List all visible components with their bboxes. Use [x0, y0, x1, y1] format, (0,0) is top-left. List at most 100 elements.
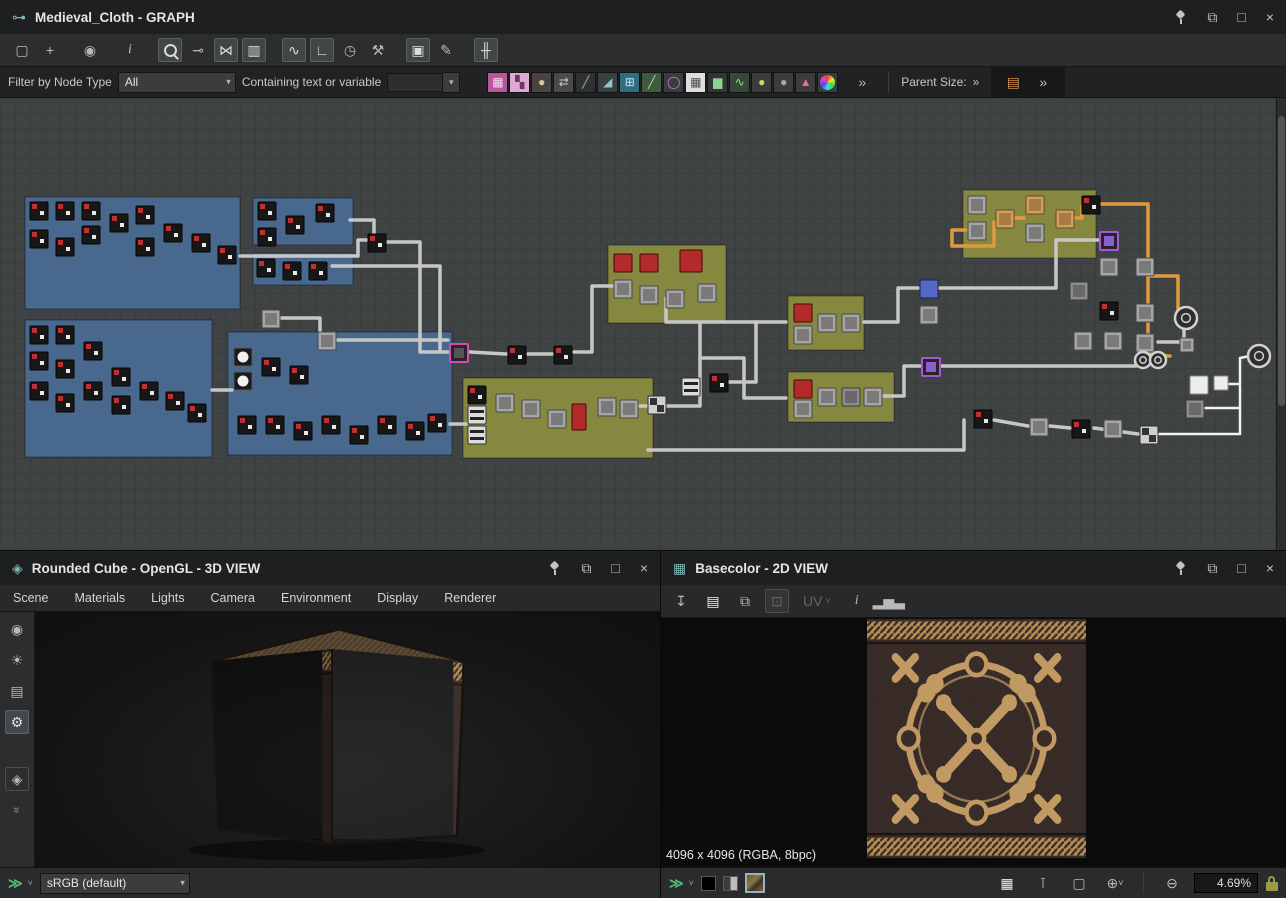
graph-node-red[interactable]	[680, 250, 702, 272]
search-text-input[interactable]	[387, 73, 443, 92]
pin-icon[interactable]	[1174, 561, 1187, 575]
zoom-out-icon[interactable]: ⊖	[1160, 871, 1184, 895]
timed-compute-icon[interactable]: ◷	[338, 38, 362, 62]
float-window-icon[interactable]: ⧉	[581, 561, 591, 575]
hsl-node-icon[interactable]	[817, 72, 838, 93]
colorspace-select[interactable]: sRGB (default)	[40, 873, 190, 894]
levels-node-icon[interactable]: ▆	[707, 72, 728, 93]
texture-thumbnail[interactable]	[745, 873, 765, 893]
camera-settings-icon[interactable]: ◉	[5, 617, 29, 641]
gradient-node-icon[interactable]: ▲	[795, 72, 816, 93]
zoom-level-input[interactable]	[1194, 873, 1258, 893]
graph-node-red[interactable]	[794, 304, 812, 322]
parent-size-chevrons-icon[interactable]: »	[973, 75, 980, 89]
collapse-toolbar-icon[interactable]: »	[5, 798, 29, 822]
menu-renderer[interactable]: Renderer	[431, 591, 509, 605]
menu-environment[interactable]: Environment	[268, 591, 364, 605]
view2d-canvas[interactable]: 4096 x 4096 (RGBA, 8bpc)	[661, 618, 1286, 867]
uniform-color-node-icon[interactable]: ●	[751, 72, 772, 93]
node-type-select[interactable]: All	[118, 72, 236, 93]
zoom-tool-icon[interactable]	[158, 38, 182, 62]
directional-warp-node-icon[interactable]: ◢	[597, 72, 618, 93]
graph-tools-icon[interactable]: ⚒	[366, 38, 390, 62]
translate-nodes-icon[interactable]: +	[38, 38, 62, 62]
fit-frame-icon[interactable]: ▢	[1067, 871, 1091, 895]
channel-shuffle-node-icon[interactable]: ⇄	[553, 72, 574, 93]
maximize-icon[interactable]: □	[611, 561, 619, 575]
graph-node-zebra[interactable]	[468, 406, 486, 424]
graph-output-node[interactable]	[1175, 307, 1197, 329]
search-dropdown-icon[interactable]: ▾	[443, 72, 460, 93]
graph-node-red[interactable]	[640, 254, 658, 272]
viewport-3d[interactable]	[35, 612, 660, 867]
graph-node-white[interactable]	[1214, 376, 1228, 390]
float-window-icon[interactable]: ⧉	[1207, 561, 1217, 575]
export-image-icon[interactable]: ↧	[669, 589, 693, 613]
pan-mode-icon[interactable]: ⊕˅	[1103, 871, 1127, 895]
grid-toggle-icon[interactable]: ▦	[995, 871, 1019, 895]
maximize-icon[interactable]: □	[1237, 10, 1245, 24]
tile-generator-node-icon[interactable]: ▦	[685, 72, 706, 93]
float-window-icon[interactable]: ⧉	[1207, 10, 1217, 24]
close-icon[interactable]: ×	[1266, 561, 1274, 575]
information-icon[interactable]: i	[845, 589, 869, 613]
layers-chevron-icon[interactable]: ˅	[28, 878, 33, 888]
graph-scrollbar-thumb[interactable]	[1278, 116, 1285, 406]
graph-output-node[interactable]	[1248, 345, 1270, 367]
graph-vertical-scrollbar[interactable]	[1276, 98, 1286, 550]
graph-output-node[interactable]	[1150, 352, 1166, 368]
curve-node-icon[interactable]: ∿	[729, 72, 750, 93]
straight-links-icon[interactable]: ∿	[282, 38, 306, 62]
menu-materials[interactable]: Materials	[61, 591, 138, 605]
marquee-select-icon[interactable]: ▢	[10, 38, 34, 62]
paint-tool-icon[interactable]: ✎	[434, 38, 458, 62]
pin-icon[interactable]	[1174, 10, 1187, 24]
blur-node-icon[interactable]: ●	[531, 72, 552, 93]
graph-canvas[interactable]	[0, 98, 1286, 550]
graph-node-red[interactable]	[614, 254, 632, 272]
link-mode-icon[interactable]: ⊸	[186, 38, 210, 62]
close-icon[interactable]: ×	[1266, 10, 1274, 24]
uv-overlay-icon[interactable]: UV˅	[797, 589, 837, 613]
graph-node-white[interactable]	[1190, 376, 1208, 394]
align-tools-icon[interactable]: ▥	[242, 38, 266, 62]
renderer-settings-icon[interactable]: ▤	[5, 679, 29, 703]
geometry-uv-icon[interactable]: ◈	[5, 767, 29, 791]
lock-zoom-icon[interactable]	[1266, 882, 1278, 891]
graph-node-blue[interactable]	[920, 280, 938, 298]
display-settings-gear-icon[interactable]: ⚙	[5, 710, 29, 734]
view3d-titlebar[interactable]: ◈ Rounded Cube - OpenGL - 3D VIEW ⧉ □ ×	[0, 551, 660, 585]
graph-frame-blue[interactable]	[25, 320, 212, 457]
transform-node-icon[interactable]: ⊞	[619, 72, 640, 93]
focus-frame-icon[interactable]: ▣	[406, 38, 430, 62]
background-gray-swatch[interactable]	[723, 876, 738, 891]
node-info-icon[interactable]: i	[118, 38, 142, 62]
layers-icon[interactable]: ≫	[8, 875, 21, 892]
elbow-links-icon[interactable]: ∟	[310, 38, 334, 62]
light-settings-icon[interactable]: ☀	[5, 648, 29, 672]
menu-scene[interactable]: Scene	[0, 591, 61, 605]
transform-gizmo-icon[interactable]: ⊡	[765, 589, 789, 613]
compact-material-icon[interactable]: ⋈	[214, 38, 238, 62]
slope-node-icon[interactable]: ╱	[641, 72, 662, 93]
view2d-titlebar[interactable]: ▦ Basecolor - 2D VIEW ⧉ □ ×	[661, 551, 1286, 585]
filter-overflow-icon[interactable]: »	[850, 70, 874, 94]
copy-image-icon[interactable]: ⧉	[733, 589, 757, 613]
graph-node-red[interactable]	[794, 380, 812, 398]
slope-blur-node-icon[interactable]: ╱	[575, 72, 596, 93]
background-black-swatch[interactable]	[701, 876, 716, 891]
bitmap-node-icon[interactable]: ▦	[487, 72, 508, 93]
menu-camera[interactable]: Camera	[198, 591, 268, 605]
display-filters-icon[interactable]: ╫	[474, 38, 498, 62]
graph-node-zebra[interactable]	[682, 378, 700, 396]
instance-parameters-icon[interactable]: ▤	[1001, 70, 1025, 94]
menu-lights[interactable]: Lights	[138, 591, 197, 605]
pin-icon[interactable]	[548, 561, 561, 575]
menu-display[interactable]: Display	[364, 591, 431, 605]
layers-icon[interactable]: ≫	[669, 875, 682, 892]
more-panels-icon[interactable]: »	[1031, 70, 1055, 94]
snap-toggle-icon[interactable]: ⊺	[1031, 871, 1055, 895]
layers-chevron-icon[interactable]: ˅	[689, 878, 694, 888]
graph-output-node[interactable]	[1135, 352, 1151, 368]
save-image-icon[interactable]: ▤	[701, 589, 725, 613]
